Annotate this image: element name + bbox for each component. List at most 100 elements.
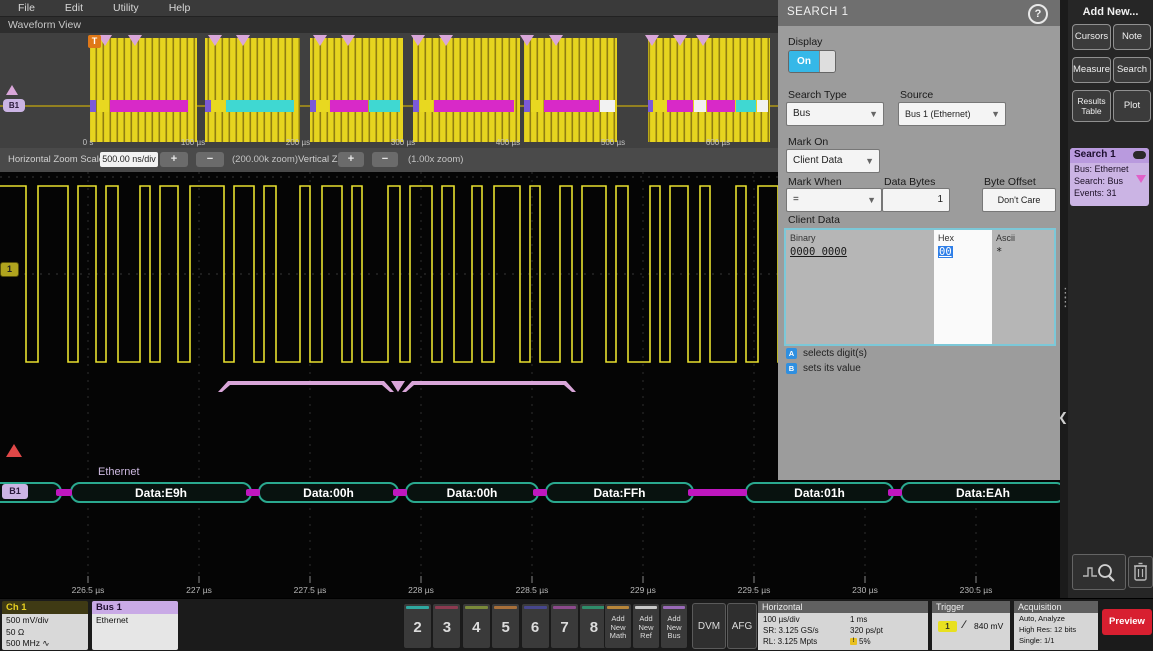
hzoom-increase-button[interactable]: + <box>160 152 188 167</box>
ascii-column-header: Ascii <box>992 230 1054 243</box>
help-icon[interactable]: ? <box>1028 4 1048 24</box>
add-new-bus-button[interactable]: Add New Bus <box>660 603 688 649</box>
menu-edit[interactable]: Edit <box>65 2 83 14</box>
search1-card-badge[interactable] <box>1133 151 1146 159</box>
trigger-position-marker[interactable]: T <box>88 35 101 48</box>
horizontal-panel[interactable]: Horizontal 100 µs/div 1 ms SR: 3.125 GS/… <box>758 601 928 650</box>
client-data-label: Client Data <box>788 214 840 226</box>
warning-icon: ! <box>850 638 857 645</box>
search1-result-card[interactable]: Search 1 Bus: Ethernet Search: Bus Event… <box>1070 148 1149 206</box>
vzoom-increase-button[interactable]: + <box>338 152 364 167</box>
afg-button[interactable]: AFG <box>727 603 757 649</box>
ascii-column[interactable]: Ascii * <box>992 230 1054 344</box>
source-dropdown[interactable]: Bus 1 (Ethernet)▼ <box>898 102 1006 126</box>
oscilloscope-app: File Edit Utility Help Waveform View T B… <box>0 0 1153 651</box>
bus-connector <box>888 489 902 496</box>
time-axis-label: 230 µs <box>852 585 878 595</box>
bus1-handle-badge[interactable]: B1 <box>2 484 28 499</box>
overview-time-label: 400 µs <box>496 138 520 147</box>
channel-7-button[interactable]: 7 <box>550 603 579 649</box>
channel-6-button[interactable]: 6 <box>521 603 550 649</box>
search-panel-header[interactable]: SEARCH 1 ? <box>778 0 1060 26</box>
channel-2-button[interactable]: 2 <box>403 603 432 649</box>
add-search-button[interactable]: Search <box>1113 57 1151 83</box>
math-color-stripe <box>607 606 629 609</box>
dvm-button[interactable]: DVM <box>692 603 726 649</box>
binary-column[interactable]: Binary 0000 0000 <box>786 230 934 344</box>
overview-time-label: 500 µs <box>601 138 625 147</box>
channel-3-button[interactable]: 3 <box>432 603 461 649</box>
display-toggle[interactable]: On <box>788 50 836 73</box>
zoom-overview-button[interactable] <box>1072 554 1126 590</box>
chevron-left-icon[interactable]: ❮ <box>1058 410 1068 424</box>
trigger-panel[interactable]: Trigger 1 ∕ 840 mV <box>932 601 1010 650</box>
knob-a-icon: A <box>786 348 797 359</box>
binary-value[interactable]: 0000 0000 <box>786 243 934 258</box>
add-new-ref-button[interactable]: Add New Ref <box>632 603 660 649</box>
hex-column[interactable]: Hex 00 <box>934 230 992 344</box>
menu-help[interactable]: Help <box>169 2 191 14</box>
bus-packet: Data:00h <box>405 482 539 503</box>
search-type-dropdown[interactable]: Bus▼ <box>786 102 884 126</box>
horizontal-zoom-scale-value[interactable]: 500.00 ns/div <box>100 152 158 167</box>
channel-5-button[interactable]: 5 <box>491 603 520 649</box>
horizontal-panel-title: Horizontal <box>758 601 928 613</box>
vzoom-decrease-button[interactable]: − <box>372 152 398 167</box>
add-cursors-button[interactable]: Cursors <box>1072 24 1111 50</box>
overview-time-label: 600 µs <box>706 138 730 147</box>
channel1-handle-badge[interactable]: 1 <box>0 262 19 277</box>
bus-packet: Data:FFh <box>545 482 694 503</box>
channel1-badge[interactable]: Ch 1 500 mV/div 50 Ω 500 MHz ∿ <box>2 601 88 650</box>
trigger-panel-body: 1 ∕ 840 mV <box>932 613 1010 650</box>
add-results-table-button[interactable]: Results Table <box>1072 90 1111 122</box>
add-measure-button[interactable]: Measure <box>1072 57 1111 83</box>
channel-number: 3 <box>433 619 460 636</box>
bus1-settings: Ethernet <box>92 614 178 650</box>
search1-bus-line: Bus: Ethernet <box>1070 163 1149 175</box>
source-label: Source <box>900 89 933 101</box>
preview-button[interactable]: Preview <box>1102 609 1152 635</box>
byte-offset-control[interactable]: Don't Care <box>982 188 1056 212</box>
menu-utility[interactable]: Utility <box>113 2 139 14</box>
bus1-name: Bus 1 <box>92 601 178 614</box>
ascii-value[interactable]: * <box>992 243 1054 258</box>
time-axis-label: 229 µs <box>630 585 656 595</box>
bus-color-stripe <box>663 606 685 609</box>
acquisition-panel[interactable]: Acquisition Auto, Analyze High Res: 12 b… <box>1014 601 1098 650</box>
ref-color-stripe <box>635 606 657 609</box>
time-axis-label: 228.5 µs <box>516 585 549 595</box>
delete-button[interactable] <box>1128 556 1153 588</box>
channel-4-button[interactable]: 4 <box>462 603 491 649</box>
channel-color-stripe <box>494 606 517 609</box>
menu-bar: File Edit Utility Help <box>0 0 796 17</box>
menu-file[interactable]: File <box>18 2 35 14</box>
toggle-on-state: On <box>789 51 819 72</box>
hex-value[interactable]: 00 <box>934 243 992 258</box>
overview-time-label: 300 µs <box>391 138 415 147</box>
add-plot-button[interactable]: Plot <box>1113 90 1151 122</box>
overview-bus-badge[interactable]: B1 <box>3 99 25 112</box>
hzoom-decrease-button[interactable]: − <box>196 152 224 167</box>
bus-connector <box>246 489 260 496</box>
bus-packet: Data:E9h <box>70 482 252 503</box>
bus1-badge[interactable]: Bus 1 Ethernet <box>92 601 178 650</box>
bus-decode-label: Ethernet <box>98 466 140 478</box>
results-sidebar: Add New... Cursors Note Measure Search R… <box>1068 0 1153 598</box>
knob-b-hint: B sets its value <box>786 363 861 374</box>
mark-on-dropdown[interactable]: Client Data▼ <box>786 149 880 173</box>
trigger-panel-title: Trigger <box>932 601 1010 613</box>
bus-connector <box>393 489 407 496</box>
channel1-name: Ch 1 <box>2 601 88 614</box>
time-axis-label: 228 µs <box>408 585 434 595</box>
add-note-button[interactable]: Note <box>1113 24 1151 50</box>
binary-column-header: Binary <box>786 230 934 243</box>
add-new-math-button[interactable]: Add New Math <box>604 603 632 649</box>
trigger-level: 840 mV <box>974 621 1003 631</box>
trash-icon <box>1133 562 1148 582</box>
time-axis-label: 230.5 µs <box>960 585 993 595</box>
mark-when-dropdown[interactable]: =▼ <box>786 188 882 212</box>
data-bytes-input[interactable]: 1 <box>882 188 950 212</box>
channel-number: 7 <box>551 619 578 636</box>
waveform-view-tab[interactable]: Waveform View <box>0 17 786 34</box>
bus-position-arrow-icon <box>6 85 18 95</box>
